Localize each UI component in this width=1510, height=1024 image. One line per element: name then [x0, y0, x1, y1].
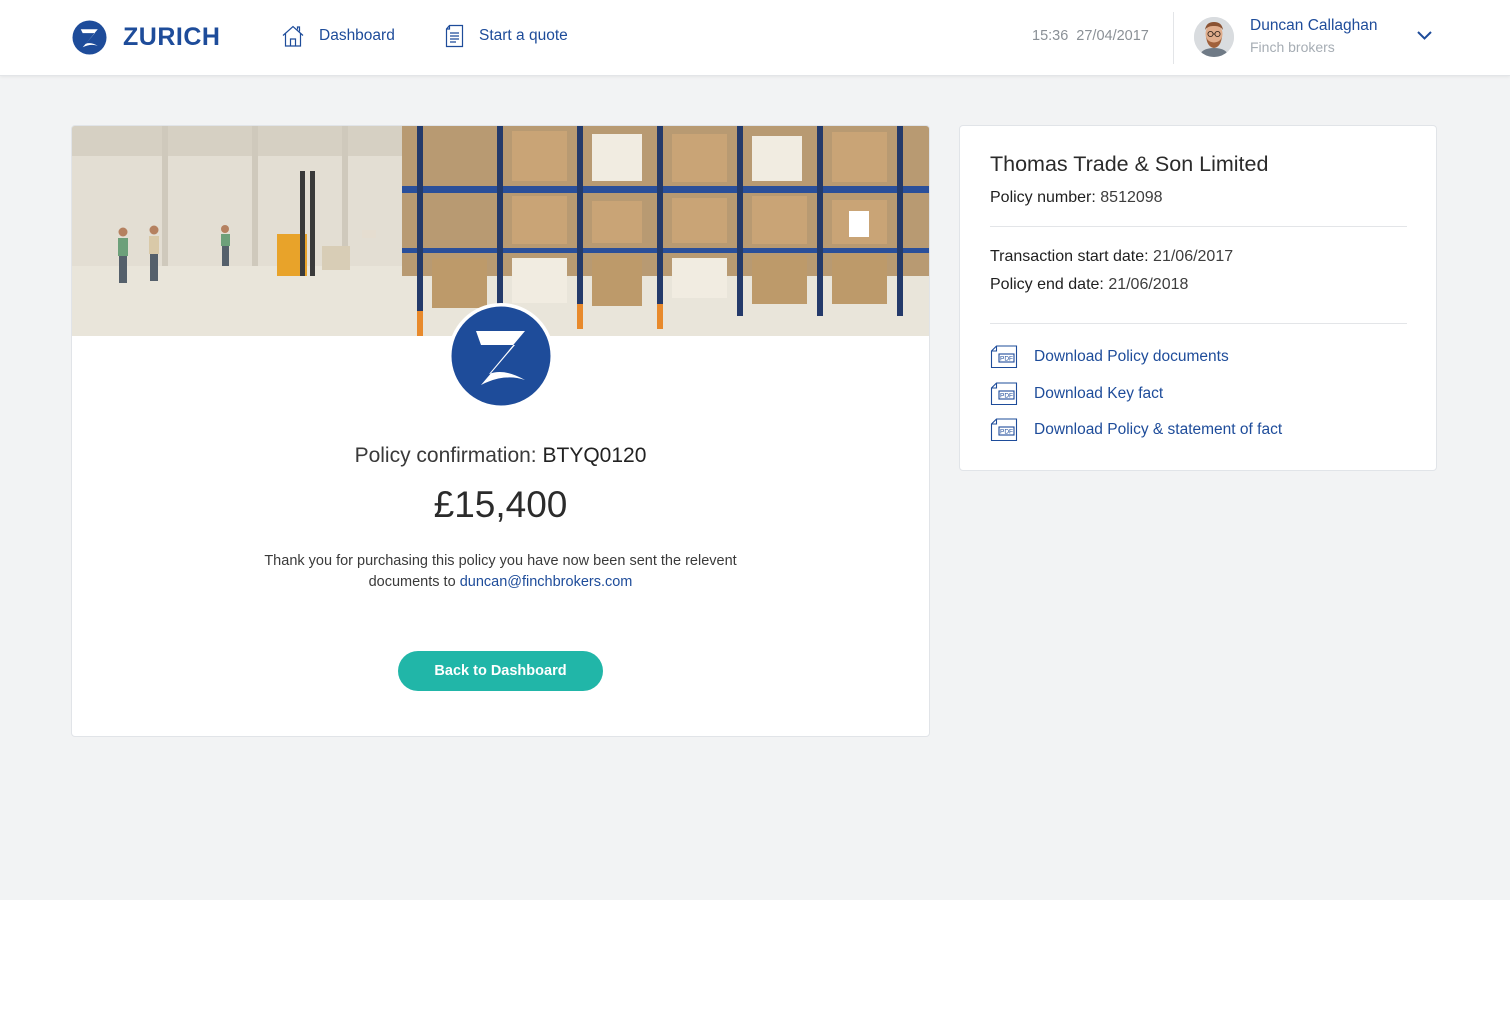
user-photo-icon — [1194, 17, 1234, 57]
chevron-down-icon[interactable] — [1416, 30, 1433, 41]
zurich-z-icon — [72, 19, 107, 55]
user-company: Finch brokers — [1250, 39, 1335, 55]
home-icon — [282, 25, 304, 47]
avatar — [1194, 17, 1234, 57]
pdf-icon: PDF — [990, 418, 1018, 442]
policy-number-value: 8512098 — [1100, 189, 1163, 206]
policy-price: £15,400 — [433, 484, 568, 525]
svg-text:PDF: PDF — [1000, 429, 1013, 436]
divider — [990, 323, 1407, 324]
nav-quote-label: Start a quote — [479, 27, 568, 44]
pdf-icon: PDF — [990, 382, 1018, 406]
document-icon — [445, 24, 464, 48]
thank-you-message: Thank you for purchasing this policy you… — [260, 551, 741, 593]
download-policy-statement-label: Download Policy & statement of fact — [1034, 421, 1283, 438]
user-menu[interactable]: Duncan Callaghan Finch brokers — [1194, 16, 1378, 58]
svg-text:PDF: PDF — [1000, 356, 1013, 363]
download-policy-statement-link[interactable]: PDF Download Policy & statement of fact — [990, 418, 1282, 442]
policy-end-row: Policy end date: 21/06/2018 — [990, 276, 1188, 294]
policy-number-row: Policy number: 8512098 — [990, 189, 1163, 207]
datetime-display: 15:36 27/04/2017 — [1032, 28, 1149, 44]
download-key-fact-link[interactable]: PDF Download Key fact — [990, 382, 1163, 406]
email-link[interactable]: duncan@finchbrokers.com — [460, 574, 633, 590]
policy-number-label: Policy number: — [990, 189, 1096, 206]
svg-text:PDF: PDF — [1000, 393, 1013, 400]
download-policy-documents-link[interactable]: PDF Download Policy documents — [990, 345, 1229, 369]
zurich-z-badge-icon — [451, 306, 551, 406]
policy-end-value: 21/06/2018 — [1108, 276, 1189, 293]
transaction-start-value: 21/06/2017 — [1153, 248, 1234, 265]
download-policy-documents-label: Download Policy documents — [1034, 348, 1229, 365]
pdf-icon: PDF — [990, 345, 1018, 369]
current-time: 15:36 — [1032, 28, 1069, 44]
user-name: Duncan Callaghan — [1250, 17, 1378, 34]
policy-end-label: Policy end date: — [990, 276, 1104, 293]
download-key-fact-label: Download Key fact — [1034, 385, 1164, 402]
back-to-dashboard-button[interactable]: Back to Dashboard — [398, 651, 603, 691]
transaction-start-label: Transaction start date: — [990, 248, 1149, 265]
zurich-badge — [448, 303, 554, 409]
confirmation-code: BTYQ0120 — [542, 444, 647, 467]
nav-dashboard[interactable]: Dashboard — [281, 24, 395, 48]
zurich-logo[interactable]: ZURICH — [72, 19, 220, 55]
confirmation-label: Policy confirmation: — [354, 444, 537, 467]
brand-name: ZURICH — [123, 22, 221, 51]
company-name: Thomas Trade & Son Limited — [990, 152, 1269, 176]
divider — [990, 226, 1407, 227]
top-navigation-bar: ZURICH Dashboard Start a quote 15:36 27/0… — [0, 0, 1510, 76]
header-divider — [1173, 12, 1174, 64]
nav-dashboard-label: Dashboard — [319, 27, 395, 44]
policy-confirmation-line: Policy confirmation: BTYQ0120 — [72, 444, 929, 468]
policy-details-card: Thomas Trade & Son Limited Policy number… — [959, 125, 1437, 471]
transaction-start-row: Transaction start date: 21/06/2017 — [990, 248, 1233, 266]
current-date: 27/04/2017 — [1076, 28, 1149, 44]
policy-confirmation-card: Policy confirmation: BTYQ0120 £15,400 Th… — [71, 125, 930, 737]
nav-start-quote[interactable]: Start a quote — [444, 24, 568, 48]
